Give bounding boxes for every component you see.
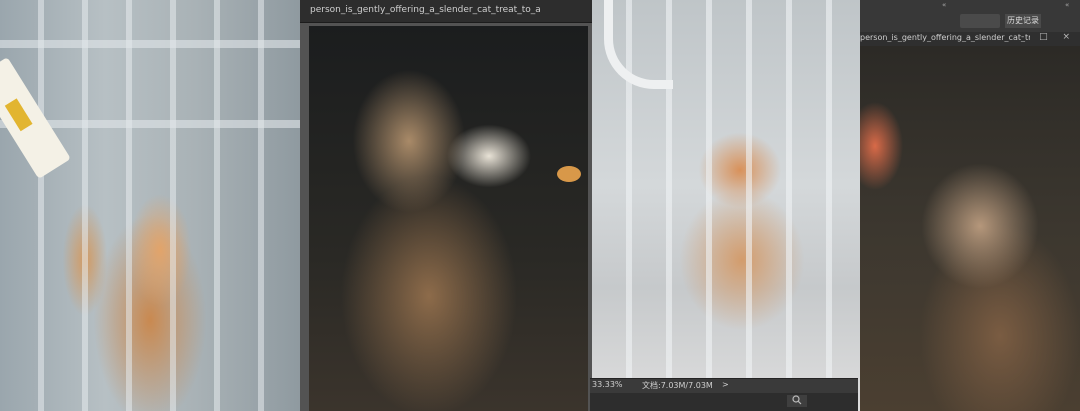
- collapse-panel-icon[interactable]: «: [942, 1, 946, 9]
- horizontal-bar: [0, 40, 300, 48]
- search-icon-glyph: [792, 395, 802, 405]
- history-panel-button[interactable]: 历史记录: [1005, 14, 1041, 28]
- lower-toolbar: [590, 393, 858, 411]
- status-bar: 33.33% 文档:7.03M/7.03M >: [590, 378, 858, 393]
- tabby-cat-treat-image[interactable]: [860, 46, 1080, 411]
- panel-button[interactable]: [960, 14, 1000, 28]
- tabby-cat-image[interactable]: [309, 26, 588, 411]
- window-bars: [0, 0, 300, 411]
- status-menu-arrow[interactable]: >: [722, 380, 729, 389]
- document-window-2[interactable]: person_is_gently_offering_a_slender_cat_…: [860, 32, 1080, 411]
- background-cat-photo-left: [0, 0, 300, 411]
- document-tab-title: person_is_gently_offering_a_slender_cat_…: [860, 33, 1030, 42]
- document-tab-2[interactable]: person_is_gently_offering_a_slender_cat_…: [860, 32, 1080, 46]
- treat-label: [4, 98, 33, 132]
- document-size: 文档:7.03M/7.03M: [642, 381, 713, 390]
- collapse-panel-icon[interactable]: «: [1065, 1, 1069, 9]
- treat-piece: [557, 166, 581, 182]
- document-tab-title: person_is_gently_offering_a_slender_cat_…: [310, 5, 540, 15]
- document-window-1[interactable]: person_is_gently_offering_a_slender_cat_…: [300, 0, 592, 411]
- orange-cat-photo: [592, 0, 860, 411]
- window-controls[interactable]: - □ ×: [1021, 32, 1076, 42]
- zoom-level[interactable]: 33.33%: [592, 380, 623, 389]
- search-icon[interactable]: [787, 395, 807, 407]
- panel-header: « « 历史记录: [860, 0, 1080, 32]
- document-tab-1[interactable]: person_is_gently_offering_a_slender_cat_…: [300, 0, 592, 23]
